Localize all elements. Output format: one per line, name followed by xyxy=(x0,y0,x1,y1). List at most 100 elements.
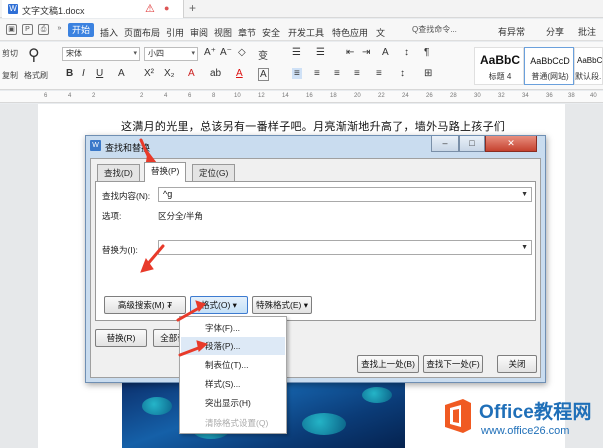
bullets-icon[interactable]: ☰ xyxy=(292,47,301,58)
phonetic-icon[interactable]: 变 xyxy=(258,47,268,62)
abnormal-status[interactable]: 有异常 xyxy=(498,25,525,38)
style-normal-web[interactable]: AaBbCcD 普通(网站) xyxy=(524,47,574,85)
ruler-tick: 24 xyxy=(402,93,409,99)
chevron-down-icon[interactable]: ▼ xyxy=(521,188,528,201)
ruler-tick: 2 xyxy=(92,93,96,99)
format-painter-icon[interactable]: ⚲ xyxy=(28,45,40,65)
font-color-icon[interactable]: A xyxy=(236,68,243,79)
show-marks-icon[interactable]: ¶ xyxy=(424,47,429,58)
new-tab-button[interactable]: + xyxy=(189,1,196,15)
format-button[interactable]: 格式(O) ▾ xyxy=(190,296,248,314)
save-icon[interactable]: ▣ xyxy=(6,24,17,35)
replace-button[interactable]: 替换(R) xyxy=(95,329,147,347)
menu-start[interactable]: 开始 xyxy=(68,23,95,37)
find-next-button[interactable]: 查找下一处(F) xyxy=(423,355,483,373)
style-default-paragraph[interactable]: AaBbCc 默认段... xyxy=(574,47,603,85)
print-icon[interactable]: ⎙ xyxy=(38,24,49,35)
ruler-tick: 18 xyxy=(330,93,337,99)
close-button[interactable]: 关闭 xyxy=(497,355,537,373)
justify-icon[interactable]: ≡ xyxy=(354,68,360,79)
style-sample: AaBbCc xyxy=(577,56,603,65)
ruler-tick: 4 xyxy=(164,93,168,99)
font-effect-icon[interactable]: A xyxy=(188,68,195,79)
format-painter-button[interactable]: 格式刷 xyxy=(24,70,48,81)
tab-find[interactable]: 查找(D) xyxy=(97,164,140,181)
menu-developer[interactable]: 开发工具 xyxy=(288,26,324,39)
advanced-search-button[interactable]: 高级搜索(M) ₮ xyxy=(104,296,186,314)
numbering-icon[interactable]: ☰ xyxy=(316,47,325,58)
menu-review[interactable]: 审阅 xyxy=(190,26,208,39)
document-tab[interactable]: W 文字文稿1.docx ⚠ ● xyxy=(2,0,184,18)
share-button[interactable]: 分享 xyxy=(546,25,564,38)
font-name-combo[interactable]: 宋体 ▾ xyxy=(62,47,140,61)
print-preview-icon[interactable]: P xyxy=(22,24,33,35)
line-spacing-icon[interactable]: ↕ xyxy=(400,68,405,79)
menu-item-tabs[interactable]: 制表位(T)... xyxy=(181,356,285,374)
document-paragraph[interactable]: 这满月的光里，总该另有一番样子吧。月亮渐渐地升高了，墙外马路上孩子们 xyxy=(121,118,505,134)
sort-icon[interactable]: ↕ xyxy=(404,47,409,58)
menu-security[interactable]: 安全 xyxy=(262,26,280,39)
decrease-indent-icon[interactable]: ⇤ xyxy=(346,47,354,58)
menu-item-clear-format: 清除格式设置(Q) xyxy=(205,418,269,428)
close-window-button[interactable]: ✕ xyxy=(485,136,537,152)
subscript-icon[interactable]: X₂ xyxy=(164,68,175,79)
menu-item-paragraph[interactable]: 段落(P)... xyxy=(181,337,285,355)
align-center-icon[interactable]: ≡ xyxy=(314,68,320,79)
find-replace-dialog: W 查找和替换 – □ ✕ 查找(D) 替换(P) 定位(G) 查找内容(N):… xyxy=(85,135,546,383)
command-search[interactable]: Q查找命令... xyxy=(412,23,464,37)
chevron-down-icon[interactable]: ▼ xyxy=(521,241,528,254)
distributed-icon[interactable]: ≡ xyxy=(376,68,382,79)
ruler-tick: 36 xyxy=(546,93,553,99)
style-heading4[interactable]: AaBbC 标题 4 xyxy=(474,47,524,85)
bold-icon[interactable]: B xyxy=(66,68,73,79)
highlight-icon[interactable]: ab xyxy=(210,68,221,79)
lily-pad-shape xyxy=(362,387,392,403)
chinese-layout-icon[interactable]: A xyxy=(382,47,389,58)
strikethrough-icon[interactable]: A xyxy=(118,68,125,79)
font-size-combo[interactable]: 小四 ▾ xyxy=(144,47,198,61)
clear-format-icon[interactable]: ◇ xyxy=(238,47,246,58)
special-format-button[interactable]: 特殊格式(E) ▾ xyxy=(252,296,312,314)
ruler-tick: 2 xyxy=(140,93,144,99)
char-shading-icon[interactable]: A xyxy=(258,68,269,81)
horizontal-ruler[interactable]: 6 4 2 2 4 6 8 10 12 14 16 18 20 22 24 26… xyxy=(0,91,603,103)
menu-insert[interactable]: 插入 xyxy=(100,26,118,39)
underline-icon[interactable]: U xyxy=(96,68,103,79)
grow-font-icon[interactable]: A⁺ xyxy=(204,47,216,58)
tab-goto[interactable]: 定位(G) xyxy=(192,164,236,181)
align-right-icon[interactable]: ≡ xyxy=(334,68,340,79)
find-previous-button[interactable]: 查找上一处(B) xyxy=(357,355,419,373)
comment-button[interactable]: 批注 xyxy=(578,25,596,38)
replace-input[interactable]: ▼ xyxy=(158,240,532,255)
copy-button[interactable]: 复制 xyxy=(2,70,18,81)
italic-icon[interactable]: I xyxy=(82,68,85,79)
menu-item-style[interactable]: 样式(S)... xyxy=(181,375,285,393)
menu-special-apps[interactable]: 特色应用 xyxy=(332,26,368,39)
minimize-button[interactable]: – xyxy=(431,136,459,152)
shrink-font-icon[interactable]: A⁻ xyxy=(220,47,232,58)
cut-button[interactable]: 剪切 xyxy=(2,48,18,59)
find-input[interactable]: ^g ▼ xyxy=(158,187,532,202)
menu-view[interactable]: 视图 xyxy=(214,26,232,39)
ruler-tick: 28 xyxy=(450,93,457,99)
ruler-tick: 38 xyxy=(568,93,575,99)
dialog-titlebar[interactable]: W 查找和替换 – □ ✕ xyxy=(86,136,545,156)
menu-references[interactable]: 引用 xyxy=(166,26,184,39)
tab-replace[interactable]: 替换(P) xyxy=(144,162,187,182)
ruler-tick: 6 xyxy=(44,93,48,99)
menu-page-layout[interactable]: 页面布局 xyxy=(124,26,160,39)
menu-item-highlight[interactable]: 突出显示(H) xyxy=(181,394,285,412)
menu-item-font[interactable]: 字体(F)... xyxy=(181,319,285,337)
borders-icon[interactable]: ⊞ xyxy=(424,68,432,79)
watermark: Office教程网 www.office26.com xyxy=(437,393,603,448)
dialog-title: 查找和替换 xyxy=(105,143,151,153)
ruler-tick: 32 xyxy=(498,93,505,99)
increase-indent-icon[interactable]: ⇥ xyxy=(362,47,370,58)
superscript-icon[interactable]: X² xyxy=(144,68,154,79)
align-left-icon[interactable]: ≡ xyxy=(292,68,302,79)
ruler-tick: 4 xyxy=(68,93,72,99)
menu-more[interactable]: 文 xyxy=(376,26,385,39)
maximize-button[interactable]: □ xyxy=(459,136,485,152)
dropdown-icon[interactable]: » xyxy=(54,24,65,35)
menu-chapter[interactable]: 章节 xyxy=(238,26,256,39)
